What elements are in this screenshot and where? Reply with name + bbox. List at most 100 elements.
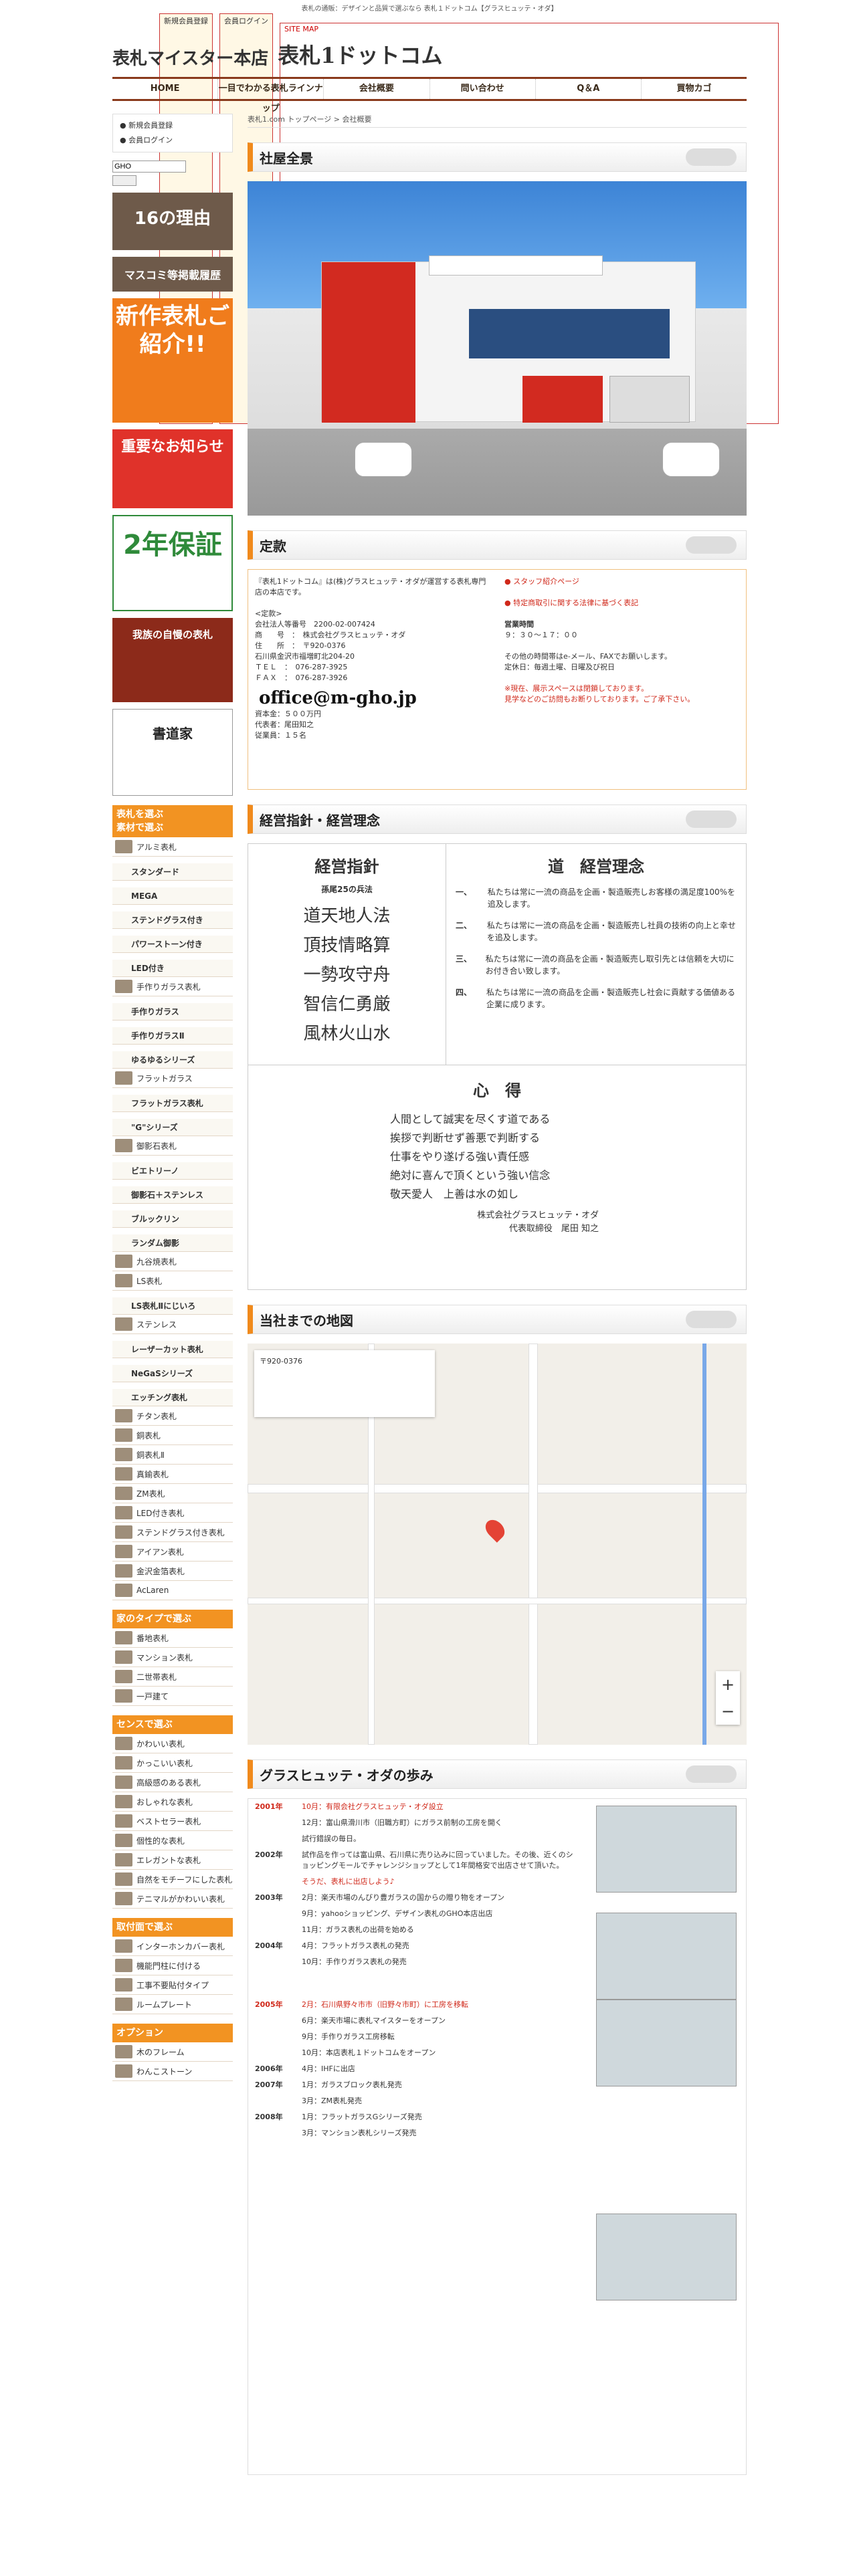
articles-line: 商 号 ： 株式会社グラスヒュッテ・オダ — [255, 631, 406, 639]
menu-item[interactable]: 番地表札 — [112, 1628, 233, 1648]
sidebar: ● 新規会員登録 ● 会員ログイン 16の理由 マスコミ等掲載履歴 新作表札ご紹… — [112, 114, 233, 2081]
thumbnail — [115, 1487, 132, 1500]
menu-item[interactable]: レーザーカット表札 — [112, 1341, 233, 1358]
menu-item[interactable]: 九谷焼表札 — [112, 1252, 233, 1271]
map-road — [248, 1484, 747, 1493]
search-input[interactable] — [112, 160, 186, 173]
map-pin-icon[interactable] — [482, 1516, 508, 1543]
menu-item[interactable]: 高級感のある表札 — [112, 1773, 233, 1792]
menu-item[interactable]: スタンダード — [112, 863, 233, 881]
menu-item[interactable]: フラットガラス表札 — [112, 1095, 233, 1112]
nav-company[interactable]: 会社概要 — [324, 79, 430, 99]
site-logo[interactable]: 表札マイスター本店 表札1ドットコム — [112, 39, 443, 70]
menu-item[interactable]: フラットガラス — [112, 1069, 233, 1088]
menu-item[interactable]: 銅表札Ⅱ — [112, 1445, 233, 1465]
banner-new-products[interactable]: 新作表札ご紹介!! — [112, 298, 233, 423]
history-photo — [596, 2214, 737, 2300]
menu-item[interactable]: 手作りガラス — [112, 1003, 233, 1021]
articles-line: ＦＡＸ ： 076-287-3926 — [255, 673, 348, 682]
menu-item[interactable]: ZM表札 — [112, 1484, 233, 1503]
nav-cart[interactable]: 買物カゴ — [642, 79, 747, 99]
menu-item[interactable]: ブルックリン — [112, 1210, 233, 1228]
banner-media[interactable]: マスコミ等掲載履歴 — [112, 257, 233, 292]
menu-item[interactable]: 手作りガラスⅡ — [112, 1027, 233, 1045]
menu-item[interactable]: アルミ表札 — [112, 837, 233, 857]
logo-left: 表札マイスター本店 — [112, 49, 269, 69]
banner-calligrapher[interactable]: 書道家 — [112, 709, 233, 796]
menu-item[interactable]: MEGA — [112, 887, 233, 905]
menu-item[interactable]: わんこストーン — [112, 2062, 233, 2081]
menu-item[interactable]: かわいい表札 — [112, 1734, 233, 1753]
legal-link[interactable]: ● 特定商取引に関する法律に基づく表記 — [504, 598, 739, 609]
map-zoom-control[interactable]: + − — [716, 1671, 740, 1725]
menu-item[interactable]: 真鍮表札 — [112, 1465, 233, 1484]
sidebar-login-link[interactable]: ● 会員ログイン — [120, 133, 225, 148]
type-menu: 番地表札 マンション表札 二世帯表札 一戸建て — [112, 1628, 233, 1706]
menu-item[interactable]: 手作りガラス表札 — [112, 977, 233, 996]
menu-item[interactable]: インターホンカバー表札 — [112, 1937, 233, 1956]
menu-item[interactable]: ベストセラー表札 — [112, 1812, 233, 1831]
menu-item[interactable]: LED付き — [112, 960, 233, 977]
banner-family[interactable]: 我族の自慢の表札 — [112, 618, 233, 702]
menu-item[interactable]: ゆるゆるシリーズ — [112, 1051, 233, 1069]
menu-item[interactable]: ランダム御影 — [112, 1235, 233, 1252]
banner-16-reasons[interactable]: 16の理由 — [112, 193, 233, 250]
staff-link[interactable]: ● スタッフ紹介ページ — [504, 576, 739, 587]
menu-item[interactable]: ステンドグラス付き — [112, 911, 233, 929]
map-embed[interactable]: 〒920-0376 + − — [248, 1344, 747, 1745]
menu-item[interactable]: NeGaSシリーズ — [112, 1365, 233, 1382]
thumbnail — [115, 1795, 132, 1808]
nav-home[interactable]: HOME — [112, 79, 219, 99]
menu-item[interactable]: AcLaren — [112, 1581, 233, 1600]
menu-item[interactable]: LS表札 — [112, 1271, 233, 1291]
nav-qa[interactable]: Q＆A — [536, 79, 642, 99]
menu-item[interactable]: LS表札Ⅱにじいろ — [112, 1297, 233, 1315]
thumbnail — [115, 1650, 132, 1664]
menu-item[interactable]: ステンレス — [112, 1315, 233, 1334]
menu-item[interactable]: 金沢金箔表札 — [112, 1562, 233, 1581]
menu-item[interactable]: "G"シリーズ — [112, 1119, 233, 1136]
sidebar-register-link[interactable]: ● 新規会員登録 — [120, 118, 225, 133]
menu-item[interactable]: マンション表札 — [112, 1648, 233, 1667]
banner-notice[interactable]: 重要なお知らせ — [112, 429, 233, 508]
menu-item[interactable]: エレガントな表札 — [112, 1850, 233, 1870]
menu-item[interactable]: 御影石表札 — [112, 1136, 233, 1156]
menu-item[interactable]: 一戸建て — [112, 1687, 233, 1706]
gho-logo-icon — [686, 1311, 737, 1328]
breadcrumb[interactable]: 表札1.com トップページ > 会社概要 — [248, 114, 747, 128]
philosophy-title: 道 経営理念 — [548, 857, 644, 876]
email-address[interactable]: office@m-gho.jp — [259, 689, 491, 707]
closed-note: ※現在、展示スペースは閉鎖しております。 — [504, 684, 649, 693]
policy-word: 風林火山水 — [303, 1024, 391, 1044]
menu-item[interactable]: 個性的な表札 — [112, 1831, 233, 1850]
menu-item[interactable]: 工事不要貼付タイプ — [112, 1975, 233, 1995]
option-menu: 木のフレーム わんこストーン — [112, 2042, 233, 2081]
menu-item[interactable]: 二世帯表札 — [112, 1667, 233, 1687]
search-button[interactable] — [112, 175, 136, 186]
menu-item[interactable]: ステンドグラス付き表札 — [112, 1523, 233, 1542]
menu-item[interactable]: エッチング表札 — [112, 1389, 233, 1406]
menu-item[interactable]: 木のフレーム — [112, 2042, 233, 2062]
menu-item[interactable]: パワーストーン付き — [112, 936, 233, 953]
menu-item[interactable]: チタン表札 — [112, 1406, 233, 1426]
menu-item[interactable]: 機能門柱に付ける — [112, 1956, 233, 1975]
menu-item[interactable]: 自然をモチーフにした表札 — [112, 1870, 233, 1889]
philosophy-panel: 道 経営理念 一、 私たちは常に一流の商品を企画・製造販売しお客様の満足度100%… — [446, 844, 746, 1065]
menu-item[interactable]: かっこいい表札 — [112, 1753, 233, 1773]
menu-item[interactable]: 銅表札 — [112, 1426, 233, 1445]
nav-lineup[interactable]: 一目でわかる表札ラインナップ — [218, 79, 324, 114]
menu-item[interactable]: ルームプレート — [112, 1995, 233, 2014]
banner-warranty[interactable]: 2年保証 — [112, 515, 233, 611]
menu-item[interactable]: LED付き表札 — [112, 1503, 233, 1523]
menu-item[interactable]: アイアン表札 — [112, 1542, 233, 1562]
material-menu: アルミ表札 スタンダード MEGA ステンドグラス付き パワーストーン付き LE… — [112, 837, 233, 1600]
section-header: 経営指針・経営理念 — [248, 804, 747, 834]
thumbnail — [115, 1428, 132, 1442]
menu-item[interactable]: 御影石＋ステンレス — [112, 1186, 233, 1204]
nav-contact[interactable]: 問い合わせ — [430, 79, 536, 99]
thumbnail — [115, 1409, 132, 1422]
policy-word: 頂技情略算 — [303, 936, 391, 956]
menu-item[interactable]: ビエトリーノ — [112, 1162, 233, 1180]
menu-item[interactable]: テニマルがかわいい表札 — [112, 1889, 233, 1909]
menu-item[interactable]: おしゃれな表札 — [112, 1792, 233, 1812]
